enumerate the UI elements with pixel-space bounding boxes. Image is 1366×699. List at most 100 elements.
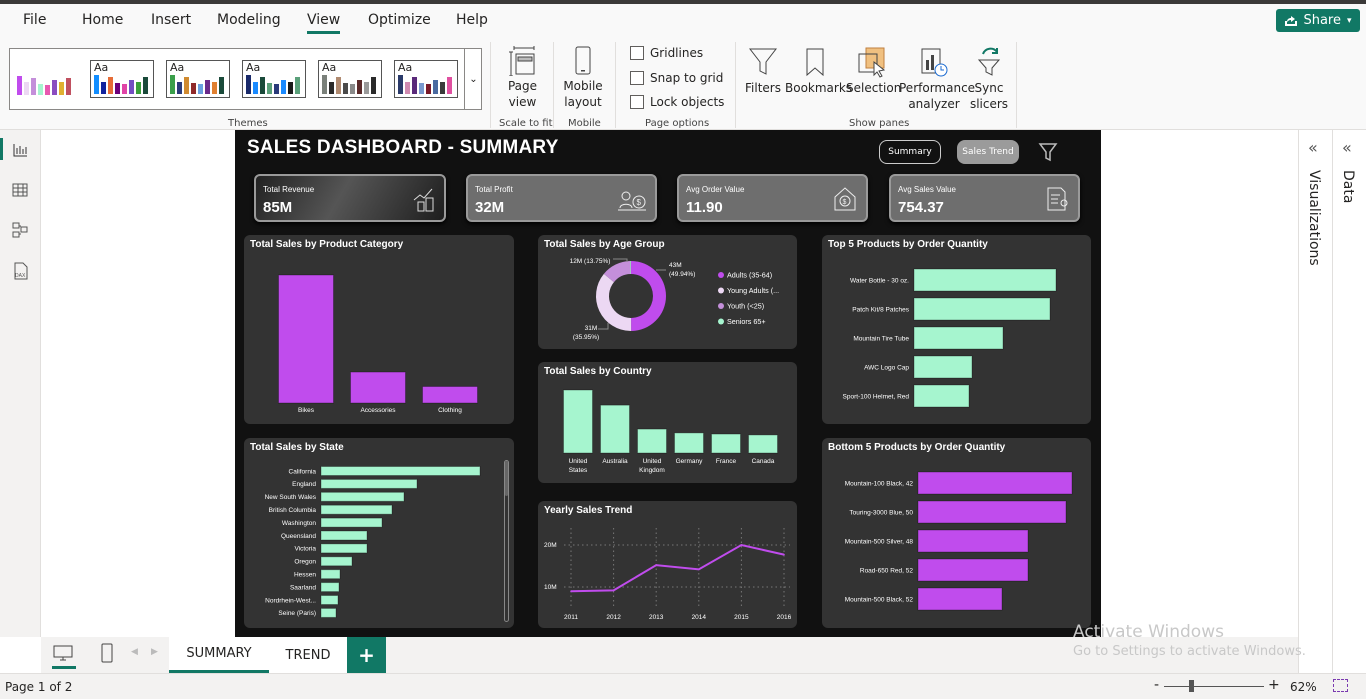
zoom-in-button[interactable]: + [1268, 677, 1280, 693]
gridlines-checkbox[interactable]: Gridlines [630, 46, 703, 60]
menu-modeling[interactable]: Modeling [217, 12, 281, 28]
visual-bottom5-products[interactable]: Mountain-100 Black, 42 Touring-3000 Blue,… [822, 438, 1091, 628]
bar [320, 595, 339, 605]
filter-icon[interactable] [1038, 142, 1058, 162]
menu-insert[interactable]: Insert [151, 12, 191, 28]
mobile-layout-icon[interactable] [101, 643, 113, 663]
page-view-label: Page view [507, 79, 538, 109]
data-point [783, 553, 785, 556]
page-info: Page 1 of 2 [5, 680, 73, 694]
category-label: States [569, 467, 588, 474]
page-view-button[interactable]: Page view [500, 46, 545, 110]
visualizations-pane[interactable]: « Visualizations [1298, 130, 1332, 673]
bar [350, 371, 406, 404]
page-tab-trend[interactable]: TREND [269, 637, 347, 673]
category-label: England [292, 481, 316, 488]
category-label: Germany [676, 458, 703, 465]
watermark-line1: Activate Windows [1073, 622, 1224, 642]
legend-marker [718, 318, 724, 325]
bookmark-icon [806, 48, 824, 77]
visualizations-pane-label: Visualizations [1306, 170, 1322, 266]
svg-text:$: $ [637, 198, 642, 207]
donut-slice [596, 273, 632, 331]
next-page-arrow-icon[interactable]: ▶ [151, 647, 158, 657]
category-label: Kingdom [639, 467, 665, 474]
visual-sales-by-category[interactable]: Bikes Accessories Clothing Total Sales by … [244, 235, 514, 424]
bar [913, 355, 973, 379]
kpi-label: Total Profit [475, 185, 513, 194]
x-tick-label: 2011 [564, 614, 578, 621]
visual-sales-by-state[interactable]: California England New South Wales British … [244, 438, 514, 628]
kpi-card-total-revenue: Total Revenue 85M [254, 174, 446, 222]
filters-button[interactable]: Filters [744, 46, 782, 96]
mobile-layout-button[interactable]: Mobile layout [560, 46, 606, 110]
page-tab-summary[interactable]: SUMMARY [169, 637, 269, 673]
x-tick-label: 2012 [606, 614, 621, 621]
legend-marker [718, 287, 724, 294]
zoom-out-button[interactable]: - [1154, 677, 1159, 693]
theme-option[interactable]: Aa [90, 60, 154, 98]
sync-slicers-button[interactable]: Sync slicers [968, 46, 1010, 112]
donut-slice [631, 261, 666, 331]
bookmarks-button[interactable]: Bookmarks [785, 46, 852, 96]
bar [913, 268, 1057, 292]
menu-view[interactable]: View [307, 12, 341, 34]
dax-query-view-icon[interactable]: DAX [12, 262, 30, 280]
x-tick-label: 2016 [777, 614, 792, 621]
summary-nav-button[interactable]: Summary [879, 140, 941, 164]
category-label: Saarland [290, 584, 316, 591]
data-point [655, 564, 657, 566]
visual-top5-products[interactable]: Water Bottle - 30 oz. Patch Kit/8 Patches… [822, 235, 1091, 424]
lock-objects-checkbox[interactable]: Lock objects [630, 95, 724, 109]
zoom-level: 62% [1290, 680, 1317, 694]
theme-default[interactable] [15, 60, 81, 98]
sales-trend-nav-button[interactable]: Sales Trend [957, 140, 1019, 164]
theme-option[interactable]: Aa [166, 60, 230, 98]
y-tick-label: 10M [544, 584, 557, 591]
data-pane[interactable]: « Data [1332, 130, 1366, 673]
x-tick-label: 2013 [649, 614, 664, 621]
theme-option[interactable]: Aa [242, 60, 306, 98]
menu-optimize[interactable]: Optimize [368, 12, 431, 28]
report-view-icon[interactable] [12, 142, 28, 158]
zoom-slider[interactable] [1164, 686, 1264, 687]
prev-page-arrow-icon[interactable]: ◀ [131, 647, 138, 657]
category-label: Seine (Paris) [278, 610, 316, 617]
category-label: Hessen [294, 572, 316, 579]
visual-sales-by-age-group[interactable]: Adults (35-64) Young Adults (... Youth (<2… [538, 235, 797, 349]
performance-analyzer-button[interactable]: Performance analyzer [899, 46, 975, 112]
menu-file[interactable]: File [23, 12, 46, 28]
x-tick-label: 2015 [734, 614, 749, 621]
visual-sales-by-country[interactable]: United States Australia United Kingdom German… [538, 362, 797, 483]
fit-to-page-icon[interactable] [1333, 679, 1348, 692]
menu-home[interactable]: Home [82, 12, 123, 28]
bar [422, 385, 478, 404]
category-label: Queensland [281, 533, 316, 540]
share-button[interactable]: Share ▾ [1276, 9, 1360, 32]
table-view-icon[interactable] [12, 182, 28, 198]
collapse-chevron-icon[interactable]: « [1342, 138, 1352, 157]
model-view-icon[interactable] [12, 222, 28, 238]
chart-svg: 2011 2012 2013 2014 2015 2016 10M 20M [544, 528, 792, 621]
collapse-chevron-icon[interactable]: « [1308, 138, 1318, 157]
scrollbar[interactable] [504, 460, 509, 622]
sync-slicers-icon [977, 47, 1001, 76]
category-label: United [569, 458, 588, 465]
theme-option[interactable]: Aa [394, 60, 458, 98]
gridlines-label: Gridlines [650, 46, 704, 60]
themes-expand-chevron-icon[interactable]: ⌄ [464, 49, 482, 109]
legend-marker [718, 303, 724, 309]
add-page-button[interactable]: + [347, 637, 386, 673]
kpi-label: Avg Sales Value [898, 185, 956, 194]
zoom-slider-thumb[interactable] [1189, 680, 1194, 692]
menu-help[interactable]: Help [456, 12, 488, 28]
bar [320, 607, 337, 618]
category-label: Touring-3000 Blue, 50 [849, 509, 913, 516]
bar [917, 587, 1003, 611]
snap-to-grid-checkbox[interactable]: Snap to grid [630, 71, 723, 85]
visual-yearly-sales-trend[interactable]: 2011 2012 2013 2014 2015 2016 10M 20M Yearly Sa… [538, 501, 797, 628]
theme-option[interactable]: Aa [318, 60, 382, 98]
selection-button[interactable]: Selection [846, 46, 901, 96]
desktop-layout-icon[interactable] [53, 645, 73, 661]
category-label: Washington [282, 520, 316, 527]
